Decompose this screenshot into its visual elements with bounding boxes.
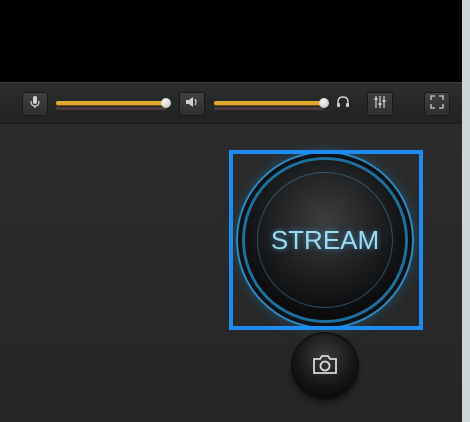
mic-mute-button[interactable] bbox=[22, 92, 48, 116]
volume-slider[interactable] bbox=[214, 95, 329, 113]
mixer-button[interactable] bbox=[367, 92, 393, 116]
camera-icon bbox=[312, 353, 338, 380]
equalizer-icon bbox=[373, 95, 387, 114]
mic-slider-knob[interactable] bbox=[161, 98, 171, 108]
speaker-icon bbox=[185, 95, 199, 113]
video-preview bbox=[0, 0, 462, 82]
snapshot-button[interactable] bbox=[293, 334, 357, 398]
headphones-button[interactable] bbox=[330, 92, 356, 116]
volume-slider-fill bbox=[214, 101, 324, 105]
mic-slider-fill bbox=[56, 101, 166, 105]
volume-slider-shadow bbox=[214, 107, 324, 110]
window-edge bbox=[462, 0, 470, 422]
mic-level-slider[interactable] bbox=[56, 95, 171, 113]
headphones-icon bbox=[336, 95, 350, 113]
mic-slider-shadow bbox=[56, 107, 166, 110]
microphone-icon bbox=[30, 95, 40, 114]
app-window: STREAM bbox=[0, 0, 470, 422]
fullscreen-icon bbox=[430, 94, 444, 114]
fullscreen-button[interactable] bbox=[424, 92, 450, 116]
speaker-mute-button[interactable] bbox=[179, 92, 205, 116]
focus-highlight bbox=[229, 150, 423, 330]
volume-slider-knob[interactable] bbox=[319, 98, 329, 108]
